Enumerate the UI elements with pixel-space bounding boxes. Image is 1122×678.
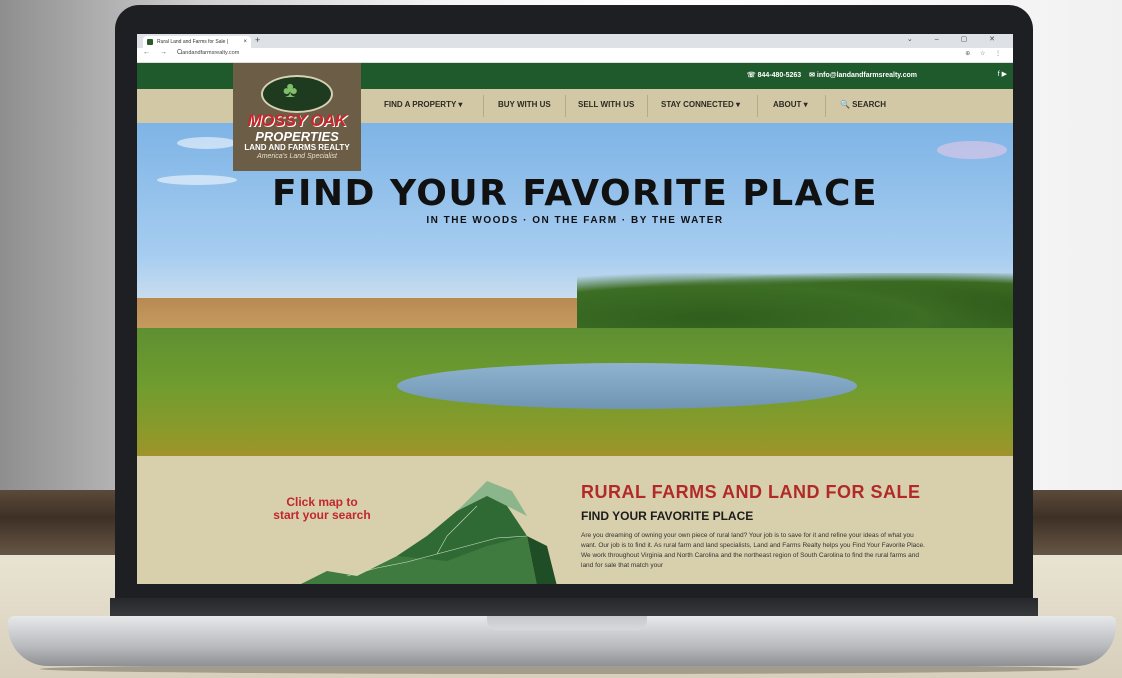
nav-search[interactable]: 🔍 SEARCH (840, 100, 886, 109)
nav-divider (647, 95, 648, 117)
intro-section: Click map to start your search RURAL FAR… (137, 456, 1013, 584)
cloud (177, 137, 237, 149)
site-favicon-icon (147, 39, 153, 45)
section-heading: RURAL FARMS AND LAND FOR SALE (581, 482, 921, 502)
tree-icon: ♣ (283, 77, 298, 102)
laptop-trackpad-notch (487, 616, 647, 630)
contact-info: ☏ 844-480-5263 ✉ info@landandfarmsrealty… (741, 71, 917, 79)
close-tab-icon[interactable]: × (243, 36, 247, 48)
map-prompt-line2: start your search (273, 508, 371, 522)
site-logo[interactable]: ♣ MOSSY OAK PROPERTIES LAND AND FARMS RE… (233, 63, 361, 171)
logo-tagline: America's Land Specialist (257, 153, 337, 160)
address-bar-icons[interactable]: ⊕ ☆ ⋮ (965, 50, 1005, 57)
new-tab-button[interactable]: + (255, 35, 260, 45)
browser-tab-title: Rural Land and Farms for Sale | (157, 39, 229, 45)
nav-find-a-property[interactable]: FIND A PROPERTY ▾ (384, 100, 462, 109)
browser-nav-buttons[interactable]: ← → C (143, 49, 186, 56)
hero-subtitle: IN THE WOODS · ON THE FARM · BY THE WATE… (426, 215, 724, 226)
social-icons[interactable]: f ▶ (998, 70, 1007, 78)
nav-sell-with-us[interactable]: SELL WITH US (578, 100, 634, 109)
hero-pond (397, 363, 857, 409)
phone-link[interactable]: ☏ 844-480-5263 (747, 72, 801, 79)
nav-divider (565, 95, 566, 117)
laptop-screen: Rural Land and Farms for Sale | × + ⌄ – … (137, 34, 1013, 584)
website: ☏ 844-480-5263 ✉ info@landandfarmsrealty… (137, 63, 1013, 584)
url-field[interactable]: landandfarmsrealty.com (181, 50, 239, 56)
logo-properties: PROPERTIES (255, 129, 339, 144)
browser-tab[interactable]: Rural Land and Farms for Sale | × (143, 36, 251, 48)
nav-divider (757, 95, 758, 117)
nav-buy-with-us[interactable]: BUY WITH US (498, 100, 551, 109)
logo-subtitle: LAND AND FARMS REALTY (244, 143, 350, 152)
browser-tab-bar: Rural Land and Farms for Sale | × + ⌄ – … (137, 34, 1013, 48)
section-paragraph: Are you dreaming of owning your own piec… (581, 532, 925, 569)
logo-brand: MOSSY OAK (247, 111, 347, 130)
nav-about[interactable]: ABOUT ▾ (773, 100, 808, 109)
map-prompt[interactable]: Click map to start your search (247, 496, 397, 522)
hero-banner: FIND YOUR FAVORITE PLACE IN THE WOODS · … (137, 123, 1013, 456)
section-subheading: FIND YOUR FAVORITE PLACE (581, 509, 754, 523)
cloud (937, 141, 1007, 159)
window-controls[interactable]: ⌄ – ▢ ✕ (907, 35, 1005, 43)
email-link[interactable]: ✉ info@landandfarmsrealty.com (809, 72, 917, 79)
nav-divider (483, 95, 484, 117)
browser-address-bar: ← → C landandfarmsrealty.com ⊕ ☆ ⋮ (137, 48, 1013, 63)
nav-stay-connected[interactable]: STAY CONNECTED ▾ (661, 100, 740, 109)
nav-divider (825, 95, 826, 117)
hero-title: FIND YOUR FAVORITE PLACE (271, 173, 879, 214)
interactive-state-map[interactable] (287, 476, 567, 584)
